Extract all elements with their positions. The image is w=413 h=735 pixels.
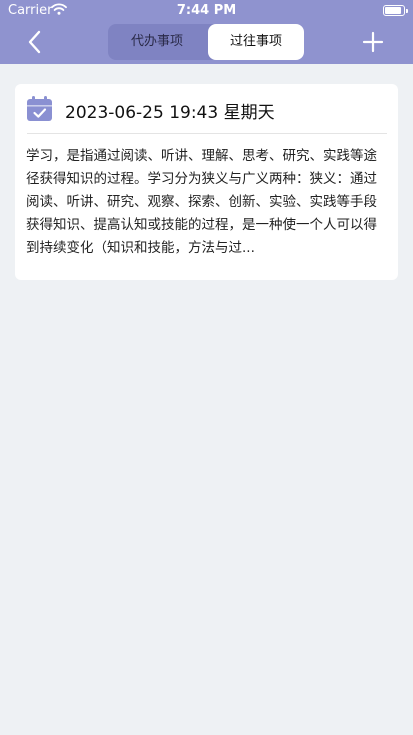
calendar-check-icon [27,96,52,121]
battery-fill [385,7,401,14]
back-button[interactable] [24,29,48,55]
tab-pending[interactable]: 代办事项 [108,24,206,60]
status-bar: Carrier 7:44 PM [0,0,413,22]
segmented-control: 代办事项 过往事项 [108,24,304,60]
nav-header: Carrier 7:44 PM 代办事项 过往事项 [0,0,413,64]
battery-tip [406,9,408,13]
battery-icon [383,5,408,16]
add-button[interactable] [361,30,385,54]
status-time: 7:44 PM [176,3,237,18]
record-content: 学习，是指通过阅读、听讲、理解、思考、研究、实践等途径获得知识的过程。学习分为狭… [26,148,377,256]
card-divider [27,133,387,134]
record-card[interactable]: 2023-06-25 19:43 星期天 学习，是指通过阅读、听讲、理解、思考、… [15,84,398,280]
record-datetime: 2023-06-25 19:43 星期天 [65,103,275,123]
tab-past[interactable]: 过往事项 [208,24,304,60]
